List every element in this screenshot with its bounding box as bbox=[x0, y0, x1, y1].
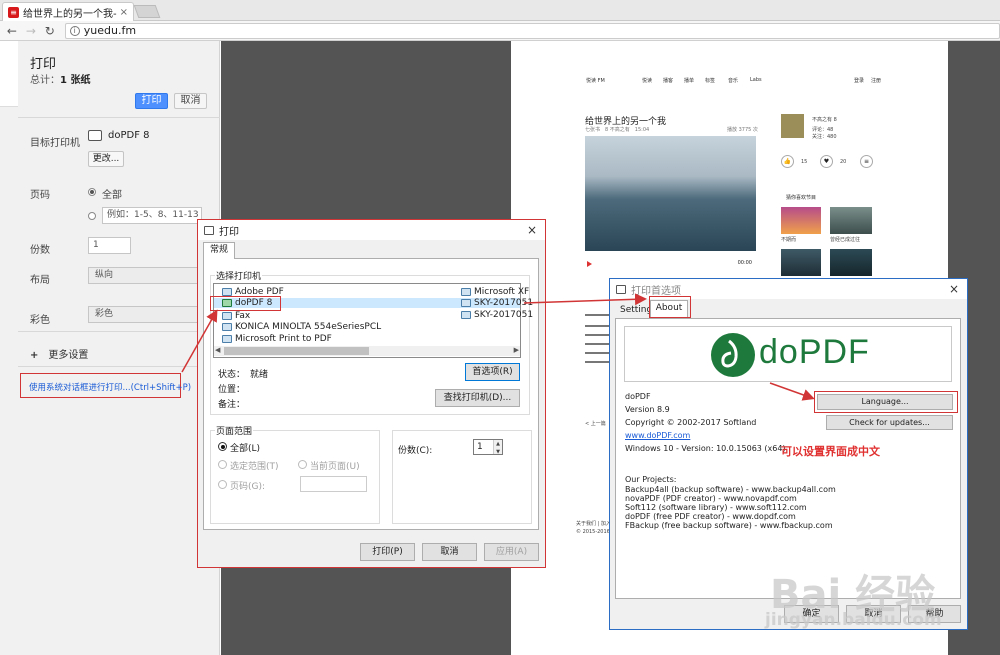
watermark-url: jingyan.baidu.com bbox=[765, 610, 942, 630]
arrow-to-about bbox=[523, 293, 647, 306]
arrow-to-dopdf bbox=[181, 309, 218, 373]
annotation-arrows bbox=[181, 293, 815, 401]
arrow-to-language bbox=[769, 382, 815, 401]
